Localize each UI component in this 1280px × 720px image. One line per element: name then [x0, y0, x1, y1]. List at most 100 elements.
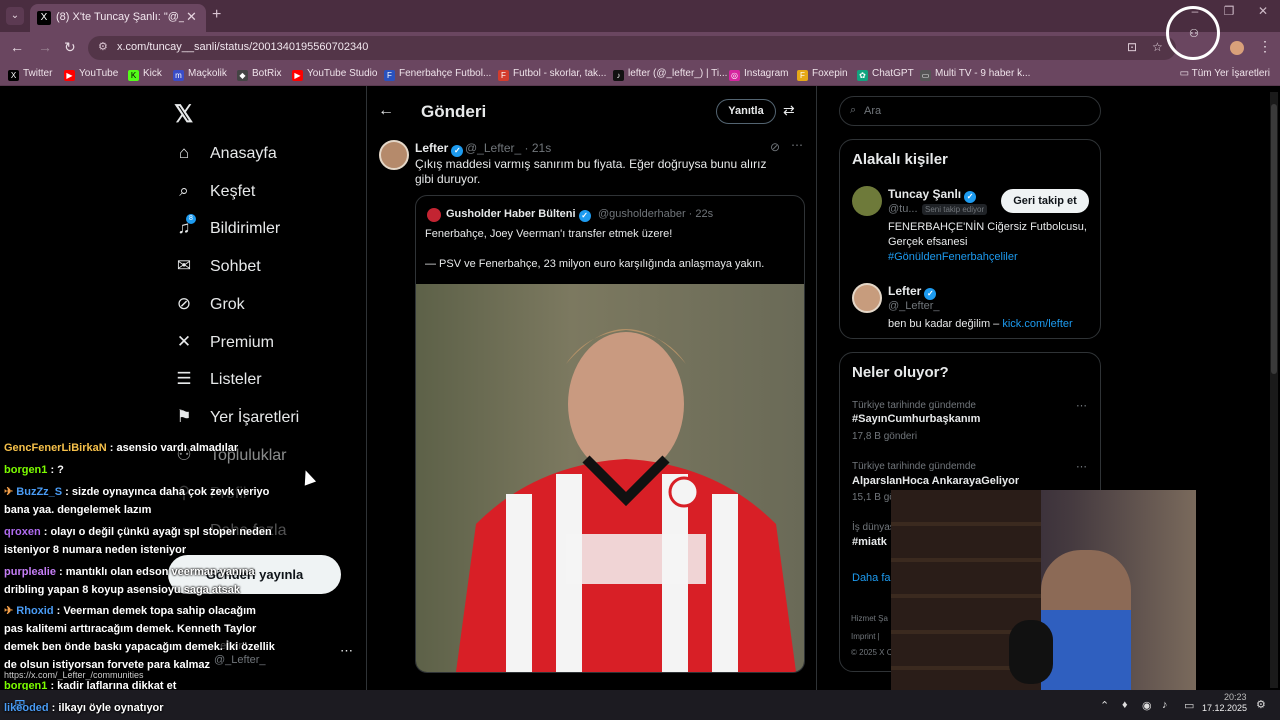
search-input[interactable]: ⌕ Ara	[839, 96, 1101, 126]
follows-you-badge: Seni takip ediyor	[922, 204, 988, 215]
close-tab-icon[interactable]: ✕	[186, 9, 197, 25]
chat-user: likeoded	[4, 702, 49, 714]
bookmark-item[interactable]: ▭ Multi TV - 9 haber k...	[920, 68, 1030, 82]
tiktok-icon: ♪	[613, 70, 624, 81]
menu-icon[interactable]: ⋮	[1258, 38, 1272, 55]
notification-icon[interactable]: ⚙	[1256, 698, 1266, 711]
nav-label: Grok	[210, 296, 245, 313]
scrollbar[interactable]	[1270, 92, 1278, 688]
install-icon[interactable]: ⊡	[1127, 40, 1137, 54]
reload-icon[interactable]: ↻	[64, 39, 76, 56]
nav-messages[interactable]: ✉ Sohbet	[174, 256, 261, 286]
follow-back-button[interactable]: Geri takip et	[1001, 189, 1089, 213]
account-more-icon[interactable]: ⋯	[340, 643, 353, 659]
chat-text: : sizde oynayınca daha çok zevk veriyo	[62, 486, 270, 498]
related-people-panel: Alakalı kişiler Tuncay Şanlı ✓ @tu... Sen…	[839, 139, 1101, 339]
new-tab-icon[interactable]: +	[212, 6, 221, 24]
trend-title[interactable]: #miatk	[852, 536, 887, 548]
star-icon[interactable]: ☆	[1152, 40, 1163, 54]
more-options-icon[interactable]: ⋯	[1076, 399, 1087, 412]
forward-icon[interactable]: →	[38, 39, 52, 55]
tab-search-chevron-icon[interactable]: ⌄	[6, 7, 24, 25]
x-logo-icon[interactable]: 𝕏	[174, 100, 193, 129]
site-info-icon[interactable]: ⚙	[98, 40, 108, 53]
extension-highlight[interactable]: ⚇	[1166, 6, 1220, 60]
avatar[interactable]	[1230, 41, 1244, 55]
quoted-tweet[interactable]: Gusholder Haber Bülteni ✓ @gusholderhaber…	[415, 195, 805, 673]
more-options-icon[interactable]: ⋯	[791, 138, 803, 152]
tweet-photo[interactable]	[416, 284, 804, 672]
x-icon: X	[37, 11, 51, 25]
back-icon[interactable]: ←	[10, 39, 24, 55]
nav-lists[interactable]: ☰ Listeler	[174, 369, 261, 399]
close-window-icon[interactable]: ✕	[1246, 4, 1280, 18]
show-more-link[interactable]: Daha fa	[852, 572, 891, 584]
person-name[interactable]: Lefter ✓	[888, 284, 937, 300]
chat-text: demek ben önde baskı yapacağım demek. İk…	[4, 641, 275, 653]
nav-notifications[interactable]: ♫ 8 Bildirimler	[174, 214, 280, 248]
bookmark-item[interactable]: K Kick	[128, 68, 162, 82]
bio-text: ben bu kadar değilim –	[888, 318, 1000, 330]
grok-icon[interactable]: ⊘	[770, 140, 780, 154]
nav-premium[interactable]: ✕ Premium	[174, 332, 274, 362]
hashtag-link[interactable]: #GönüldenFenerbahçeliler	[888, 251, 1018, 263]
maximize-icon[interactable]: ❐	[1212, 4, 1246, 18]
tweet-author[interactable]: Lefter ✓	[415, 141, 464, 157]
nav-label: Sohbet	[210, 258, 261, 275]
chevron-up-icon[interactable]: ⌃	[1100, 699, 1109, 712]
bookmark-item[interactable]: F Futbol - skorlar, tak...	[498, 68, 606, 82]
volume-icon[interactable]: ♪	[1162, 699, 1168, 711]
person-bio: ben bu kadar değilim – kick.com/lefter	[888, 318, 1073, 330]
mail-icon: ✉	[176, 256, 192, 275]
bookmark-label: Kick	[143, 68, 162, 79]
folder-icon: ▭	[1179, 68, 1192, 79]
trend-title[interactable]: AlparslanHoca AnkarayaGeliyor	[852, 475, 1019, 487]
bookmark-item[interactable]: ▶ YouTube	[64, 68, 118, 82]
bookmark-item[interactable]: ◆ BotRix	[237, 68, 281, 82]
filter-icon[interactable]: ⇄	[783, 102, 795, 119]
person-name[interactable]: Tuncay Şanlı ✓	[888, 187, 977, 203]
bookmark-item[interactable]: ♪ lefter (@_lefter_) | Ti...	[613, 68, 727, 82]
bookmark-item[interactable]: m Maçkolik	[173, 68, 227, 82]
address-bar[interactable]: ⚙ x.com/tuncay__sanli/status/20013401955…	[88, 36, 1176, 60]
bookmark-item[interactable]: F Fenerbahçe Futbol...	[384, 68, 491, 82]
all-bookmarks-label: Tüm Yer İşaretleri	[1191, 68, 1270, 79]
search-placeholder: Ara	[864, 105, 882, 117]
divider	[366, 86, 367, 690]
scrollbar-thumb[interactable]	[1271, 104, 1277, 374]
more-options-icon[interactable]: ⋯	[1076, 460, 1087, 473]
profile-link[interactable]: kick.com/lefter	[1002, 318, 1072, 330]
verified-icon: ✓	[964, 191, 977, 203]
avatar[interactable]	[379, 140, 409, 170]
tab-active[interactable]: X (8) X'te Tuncay Şanlı: "@_Lefter_ ✕	[30, 4, 206, 32]
chat-user: borgen1	[4, 464, 48, 476]
bookmark-item[interactable]: ◎ Instagram	[729, 68, 788, 82]
kick-icon: K	[128, 70, 139, 81]
clock-date[interactable]: 17.12.2025	[1202, 703, 1247, 713]
footer-link[interactable]: Imprint |	[851, 632, 880, 641]
nav-grok[interactable]: ⊘ Grok	[174, 294, 245, 324]
nav-home[interactable]: ⌂ Anasayfa	[174, 143, 277, 173]
all-bookmarks[interactable]: ▭ Tüm Yer İşaretleri	[1180, 68, 1270, 79]
bookmark-item[interactable]: F Foxepin	[797, 68, 848, 82]
verified-icon: ✓	[451, 145, 464, 157]
reply-button[interactable]: Yanıtla	[716, 99, 776, 124]
nav-explore[interactable]: ⌕ Keşfet	[174, 181, 255, 211]
chat-message: ✈ Rhoxid : Veerman demek topa sahip olac…	[4, 603, 256, 620]
avatar[interactable]	[852, 186, 882, 216]
nav-label: Premium	[210, 334, 275, 351]
tray-app-icon[interactable]: ♦	[1122, 699, 1128, 711]
clock-time[interactable]: 20:23	[1224, 692, 1247, 702]
microphone-icon	[1009, 620, 1053, 684]
bookmark-item[interactable]: ✿ ChatGPT	[857, 68, 914, 82]
wifi-icon[interactable]: ◉	[1142, 699, 1152, 712]
avatar[interactable]	[852, 283, 882, 313]
nav-bookmarks[interactable]: ⚑ Yer İşaretleri	[174, 407, 299, 437]
back-arrow-icon[interactable]: ←	[378, 102, 394, 120]
display-icon[interactable]: ▭	[1184, 699, 1194, 712]
bookmark-item[interactable]: X Twitter	[8, 68, 52, 82]
trend-title[interactable]: #SayınCumhurbaşkanım	[852, 413, 980, 425]
streamer	[1041, 550, 1131, 700]
footer-link[interactable]: Hizmet Şa	[851, 614, 888, 623]
bookmark-item[interactable]: ▶ YouTube Studio	[292, 68, 377, 82]
